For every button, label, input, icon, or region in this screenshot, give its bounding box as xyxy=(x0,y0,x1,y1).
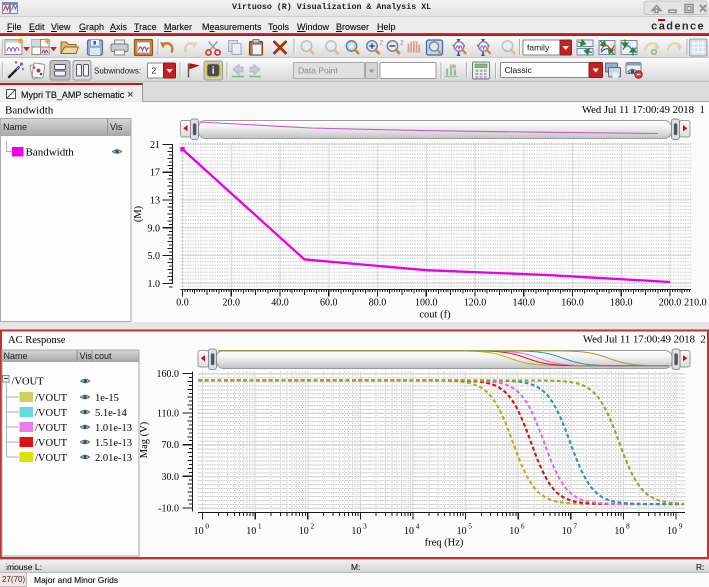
svg-text:10: 10 xyxy=(457,526,467,537)
svg-text:Wed Jul 11 17:00:49 2018: Wed Jul 11 17:00:49 2018 xyxy=(582,104,694,116)
svg-text:40.0: 40.0 xyxy=(271,298,289,309)
svg-text:7: 7 xyxy=(573,522,577,531)
svg-text:10: 10 xyxy=(246,526,256,537)
svg-text:4: 4 xyxy=(416,522,420,531)
svg-text:2: 2 xyxy=(310,522,314,531)
svg-text:1: 1 xyxy=(258,522,262,531)
svg-text:10: 10 xyxy=(194,526,204,537)
svg-text:/VOUT: /VOUT xyxy=(12,377,45,388)
svg-text:100.0: 100.0 xyxy=(415,298,438,309)
svg-text:Bandwidth: Bandwidth xyxy=(5,105,54,117)
svg-text:9.0: 9.0 xyxy=(148,223,161,234)
svg-text:200.0: 200.0 xyxy=(659,298,682,309)
svg-text:cout (f): cout (f) xyxy=(419,310,451,321)
svg-text:140.0: 140.0 xyxy=(513,298,536,309)
svg-text:2: 2 xyxy=(152,66,157,76)
svg-text:180.0: 180.0 xyxy=(610,298,633,309)
svg-text:cout: cout xyxy=(95,351,113,361)
svg-text:1.01e-13: 1.01e-13 xyxy=(95,423,132,434)
svg-text:30.0: 30.0 xyxy=(162,472,180,483)
svg-text:Name: Name xyxy=(4,351,28,361)
svg-text:80.0: 80.0 xyxy=(369,298,387,309)
svg-text:5.0: 5.0 xyxy=(148,251,161,262)
svg-text:Name: Name xyxy=(3,122,27,132)
svg-text:6: 6 xyxy=(521,522,525,531)
svg-text:1.51e-13: 1.51e-13 xyxy=(95,438,132,449)
svg-text:Data Point: Data Point xyxy=(298,66,338,76)
svg-text:10: 10 xyxy=(299,526,309,537)
svg-text:3: 3 xyxy=(363,522,367,531)
svg-text:10: 10 xyxy=(404,526,414,537)
svg-text:5.1e-14: 5.1e-14 xyxy=(95,408,128,419)
svg-text:Subwindows:: Subwindows: xyxy=(94,67,141,76)
svg-text:10: 10 xyxy=(351,526,361,537)
svg-text:21: 21 xyxy=(150,140,160,151)
svg-text:17: 17 xyxy=(150,168,160,179)
svg-text:70.0: 70.0 xyxy=(162,440,180,451)
svg-text:AC Response: AC Response xyxy=(8,335,66,346)
svg-text:(M): (M) xyxy=(133,205,144,222)
svg-text:5: 5 xyxy=(468,522,472,531)
svg-text:2: 2 xyxy=(400,40,404,47)
svg-text:10: 10 xyxy=(562,526,572,537)
svg-text:i: i xyxy=(212,66,215,77)
svg-text:/VOUT: /VOUT xyxy=(35,393,68,404)
svg-text:1e-15: 1e-15 xyxy=(95,393,119,404)
svg-text:1: 1 xyxy=(700,104,705,116)
svg-text:/VOUT: /VOUT xyxy=(35,453,68,464)
svg-text:210.0: 210.0 xyxy=(684,298,707,309)
svg-text:10: 10 xyxy=(509,526,519,537)
svg-text:/VOUT: /VOUT xyxy=(35,438,68,449)
svg-text:2.01e-13: 2.01e-13 xyxy=(95,453,132,464)
svg-text:160.0: 160.0 xyxy=(157,369,180,380)
svg-text:2: 2 xyxy=(380,40,384,47)
svg-text:110.0: 110.0 xyxy=(157,409,179,420)
svg-text:1.0: 1.0 xyxy=(148,279,161,290)
svg-text:/VOUT: /VOUT xyxy=(35,408,68,419)
svg-text:9: 9 xyxy=(679,522,683,531)
svg-text:160.0: 160.0 xyxy=(561,298,584,309)
svg-text:20.0: 20.0 xyxy=(223,298,241,309)
svg-text:freq (Hz): freq (Hz) xyxy=(425,538,464,549)
svg-text:/VOUT: /VOUT xyxy=(35,423,68,434)
svg-text:60.0: 60.0 xyxy=(320,298,338,309)
svg-text:Vis: Vis xyxy=(110,122,123,132)
svg-text:13: 13 xyxy=(150,196,160,207)
svg-text:8: 8 xyxy=(626,522,630,531)
svg-text:120.0: 120.0 xyxy=(464,298,487,309)
svg-text:0.0: 0.0 xyxy=(176,298,189,309)
svg-text:-10.0: -10.0 xyxy=(158,503,179,514)
svg-text:0: 0 xyxy=(205,522,209,531)
svg-text:10: 10 xyxy=(667,526,677,537)
svg-text:family: family xyxy=(527,43,550,53)
svg-text:Classic: Classic xyxy=(505,65,533,75)
svg-text:Bandwidth: Bandwidth xyxy=(26,147,75,159)
svg-text:Wed Jul 11 17:00:49 2018: Wed Jul 11 17:00:49 2018 xyxy=(583,334,695,346)
svg-text:Mag (V): Mag (V) xyxy=(139,421,150,458)
svg-text:2: 2 xyxy=(701,334,706,346)
svg-text:Vis: Vis xyxy=(80,351,93,361)
svg-text:10: 10 xyxy=(614,526,624,537)
